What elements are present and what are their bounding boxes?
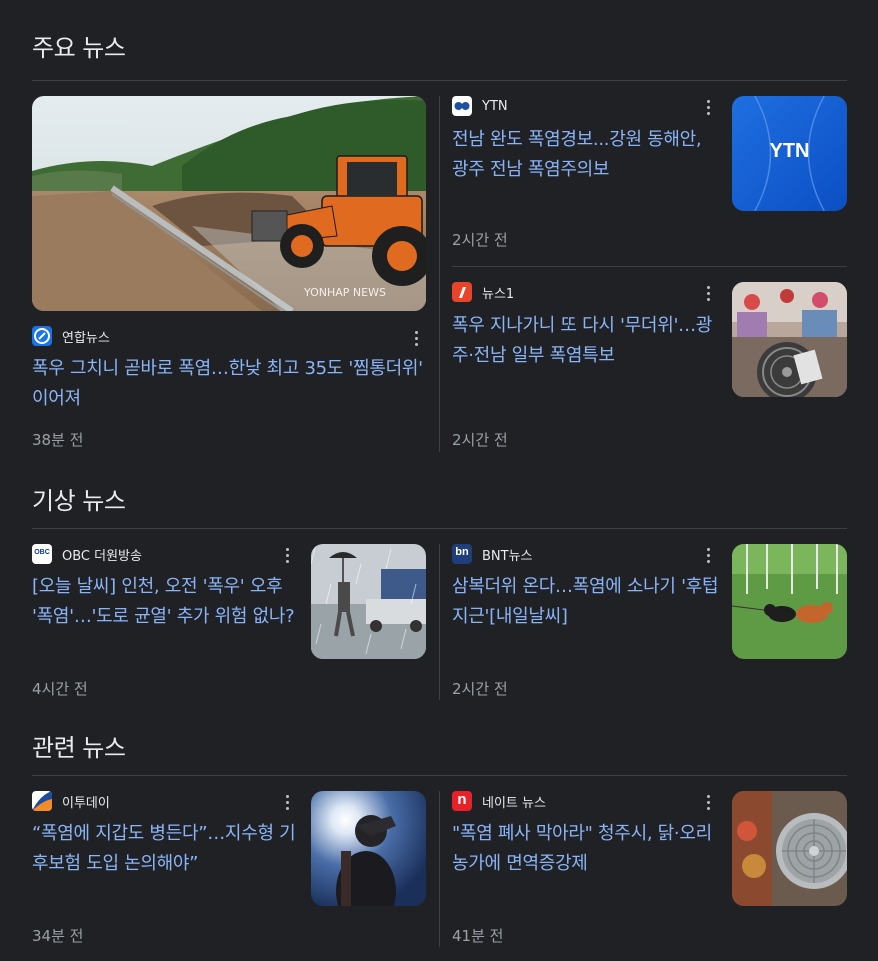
divider bbox=[32, 528, 847, 529]
obc-logo-icon: OBC bbox=[32, 544, 52, 564]
more-vert-icon[interactable] bbox=[698, 545, 718, 565]
more-vert-icon[interactable] bbox=[698, 792, 718, 812]
news-image-crowd-fan[interactable] bbox=[732, 282, 847, 397]
timestamp: 2시간 전 bbox=[452, 231, 508, 249]
news-image-ytn[interactable]: YTN bbox=[732, 96, 847, 211]
divider bbox=[32, 775, 847, 776]
news-card-bnt[interactable]: bn BNT뉴스 삼복더위 온다…폭염에 소나기 '후텁지근'[내일날씨] 2시… bbox=[452, 544, 847, 704]
section-title-related-news: 관련 뉴스 bbox=[32, 734, 126, 762]
news-image-sun-person[interactable] bbox=[311, 791, 426, 906]
ytn-logo-icon bbox=[452, 96, 472, 116]
more-vert-icon[interactable] bbox=[698, 97, 718, 117]
divider bbox=[452, 266, 847, 267]
timestamp: 2시간 전 bbox=[452, 431, 508, 449]
more-vert-icon[interactable] bbox=[277, 792, 297, 812]
headline[interactable]: 폭우 지나가니 또 다시 '무더위'…광주·전남 일부 폭염특보 bbox=[452, 311, 720, 371]
headline[interactable]: 폭우 그치니 곧바로 폭염…한낮 최고 35도 '찜통더위' 이어져 bbox=[32, 354, 426, 414]
source-row: n 네이트 뉴스 bbox=[452, 791, 546, 811]
news-panel: 주요 뉴스 YONHAP NEWS 연합뉴스 폭우 그치니 곧바로 폭염…한낮 … bbox=[0, 0, 878, 961]
source-name: 네이트 뉴스 bbox=[482, 795, 546, 811]
bnt-logo-icon: bn bbox=[452, 544, 472, 564]
timestamp: 2시간 전 bbox=[452, 680, 508, 698]
timestamp: 41분 전 bbox=[452, 927, 504, 945]
source-name: YTN bbox=[482, 98, 508, 114]
news-card-yonhap[interactable]: YONHAP NEWS 연합뉴스 폭우 그치니 곧바로 폭염…한낮 최고 35도… bbox=[32, 96, 426, 456]
more-vert-icon[interactable] bbox=[698, 283, 718, 303]
source-row: bn BNT뉴스 bbox=[452, 544, 533, 564]
column-divider bbox=[439, 96, 440, 452]
headline[interactable]: "폭염 폐사 막아라" 청주시, 닭·오리 농가에 면역증강제 bbox=[452, 819, 720, 879]
news-card-ytn[interactable]: YTN 전남 완도 폭염경보...강원 동해안, 광주 전남 폭염주의보 2시간… bbox=[452, 96, 847, 256]
timestamp: 38분 전 bbox=[32, 431, 84, 449]
source-row: YTN bbox=[452, 96, 508, 116]
source-name: 연합뉴스 bbox=[62, 330, 110, 346]
section-title-top-news: 주요 뉴스 bbox=[32, 34, 126, 62]
news-image-dogs[interactable] bbox=[732, 544, 847, 659]
divider bbox=[32, 80, 847, 81]
obc-logo-text: OBC bbox=[34, 549, 50, 556]
source-row: OBC OBC 더원방송 bbox=[32, 544, 142, 564]
news-card-news1[interactable]: 뉴스1 폭우 지나가니 또 다시 '무더위'…광주·전남 일부 폭염특보 2시간… bbox=[452, 282, 847, 452]
column-divider bbox=[439, 791, 440, 947]
news1-logo-icon bbox=[452, 282, 472, 302]
etoday-logo-icon bbox=[32, 791, 52, 811]
news-image-rain-umbrella[interactable] bbox=[311, 544, 426, 659]
timestamp: 4시간 전 bbox=[32, 680, 88, 698]
source-name: BNT뉴스 bbox=[482, 548, 533, 564]
headline[interactable]: 삼복더위 온다…폭염에 소나기 '후텁지근'[내일날씨] bbox=[452, 572, 720, 632]
news-card-nate[interactable]: n 네이트 뉴스 "폭염 폐사 막아라" 청주시, 닭·오리 농가에 면역증강제… bbox=[452, 791, 847, 951]
news-card-obc[interactable]: OBC OBC 더원방송 [오늘 날씨] 인천, 오전 '폭우' 오후 '폭염'… bbox=[32, 544, 426, 704]
timestamp: 34분 전 bbox=[32, 927, 84, 945]
headline[interactable]: “폭염에 지갑도 병든다”…지수형 기후보험 도입 논의해야” bbox=[32, 819, 300, 879]
nate-logo-icon: n bbox=[452, 791, 472, 811]
source-name: 이투데이 bbox=[62, 795, 110, 811]
section-title-weather-news: 기상 뉴스 bbox=[32, 487, 126, 515]
headline[interactable]: 전남 완도 폭염경보...강원 동해안, 광주 전남 폭염주의보 bbox=[452, 125, 720, 185]
yonhap-logo-icon bbox=[32, 326, 52, 346]
news-card-etoday[interactable]: 이투데이 “폭염에 지갑도 병든다”…지수형 기후보험 도입 논의해야” 34분… bbox=[32, 791, 426, 951]
source-row: 뉴스1 bbox=[452, 282, 514, 302]
column-divider bbox=[439, 544, 440, 700]
more-vert-icon[interactable] bbox=[406, 328, 426, 348]
more-vert-icon[interactable] bbox=[277, 545, 297, 565]
headline[interactable]: [오늘 날씨] 인천, 오전 '폭우' 오후 '폭염'…'도로 균열' 추가 위… bbox=[32, 572, 300, 632]
nate-logo-text: n bbox=[457, 791, 467, 808]
ytn-thumb-text: YTN bbox=[769, 140, 810, 162]
news-image-poultry-fan[interactable] bbox=[732, 791, 847, 906]
news-image-bulldozer[interactable]: YONHAP NEWS bbox=[32, 96, 426, 311]
source-name: OBC 더원방송 bbox=[62, 548, 142, 564]
yonhap-watermark: YONHAP NEWS bbox=[303, 286, 386, 299]
source-name: 뉴스1 bbox=[482, 286, 515, 302]
source-row: 이투데이 bbox=[32, 791, 110, 811]
bnt-logo-text: bn bbox=[455, 546, 469, 558]
source-row: 연합뉴스 bbox=[32, 326, 110, 346]
